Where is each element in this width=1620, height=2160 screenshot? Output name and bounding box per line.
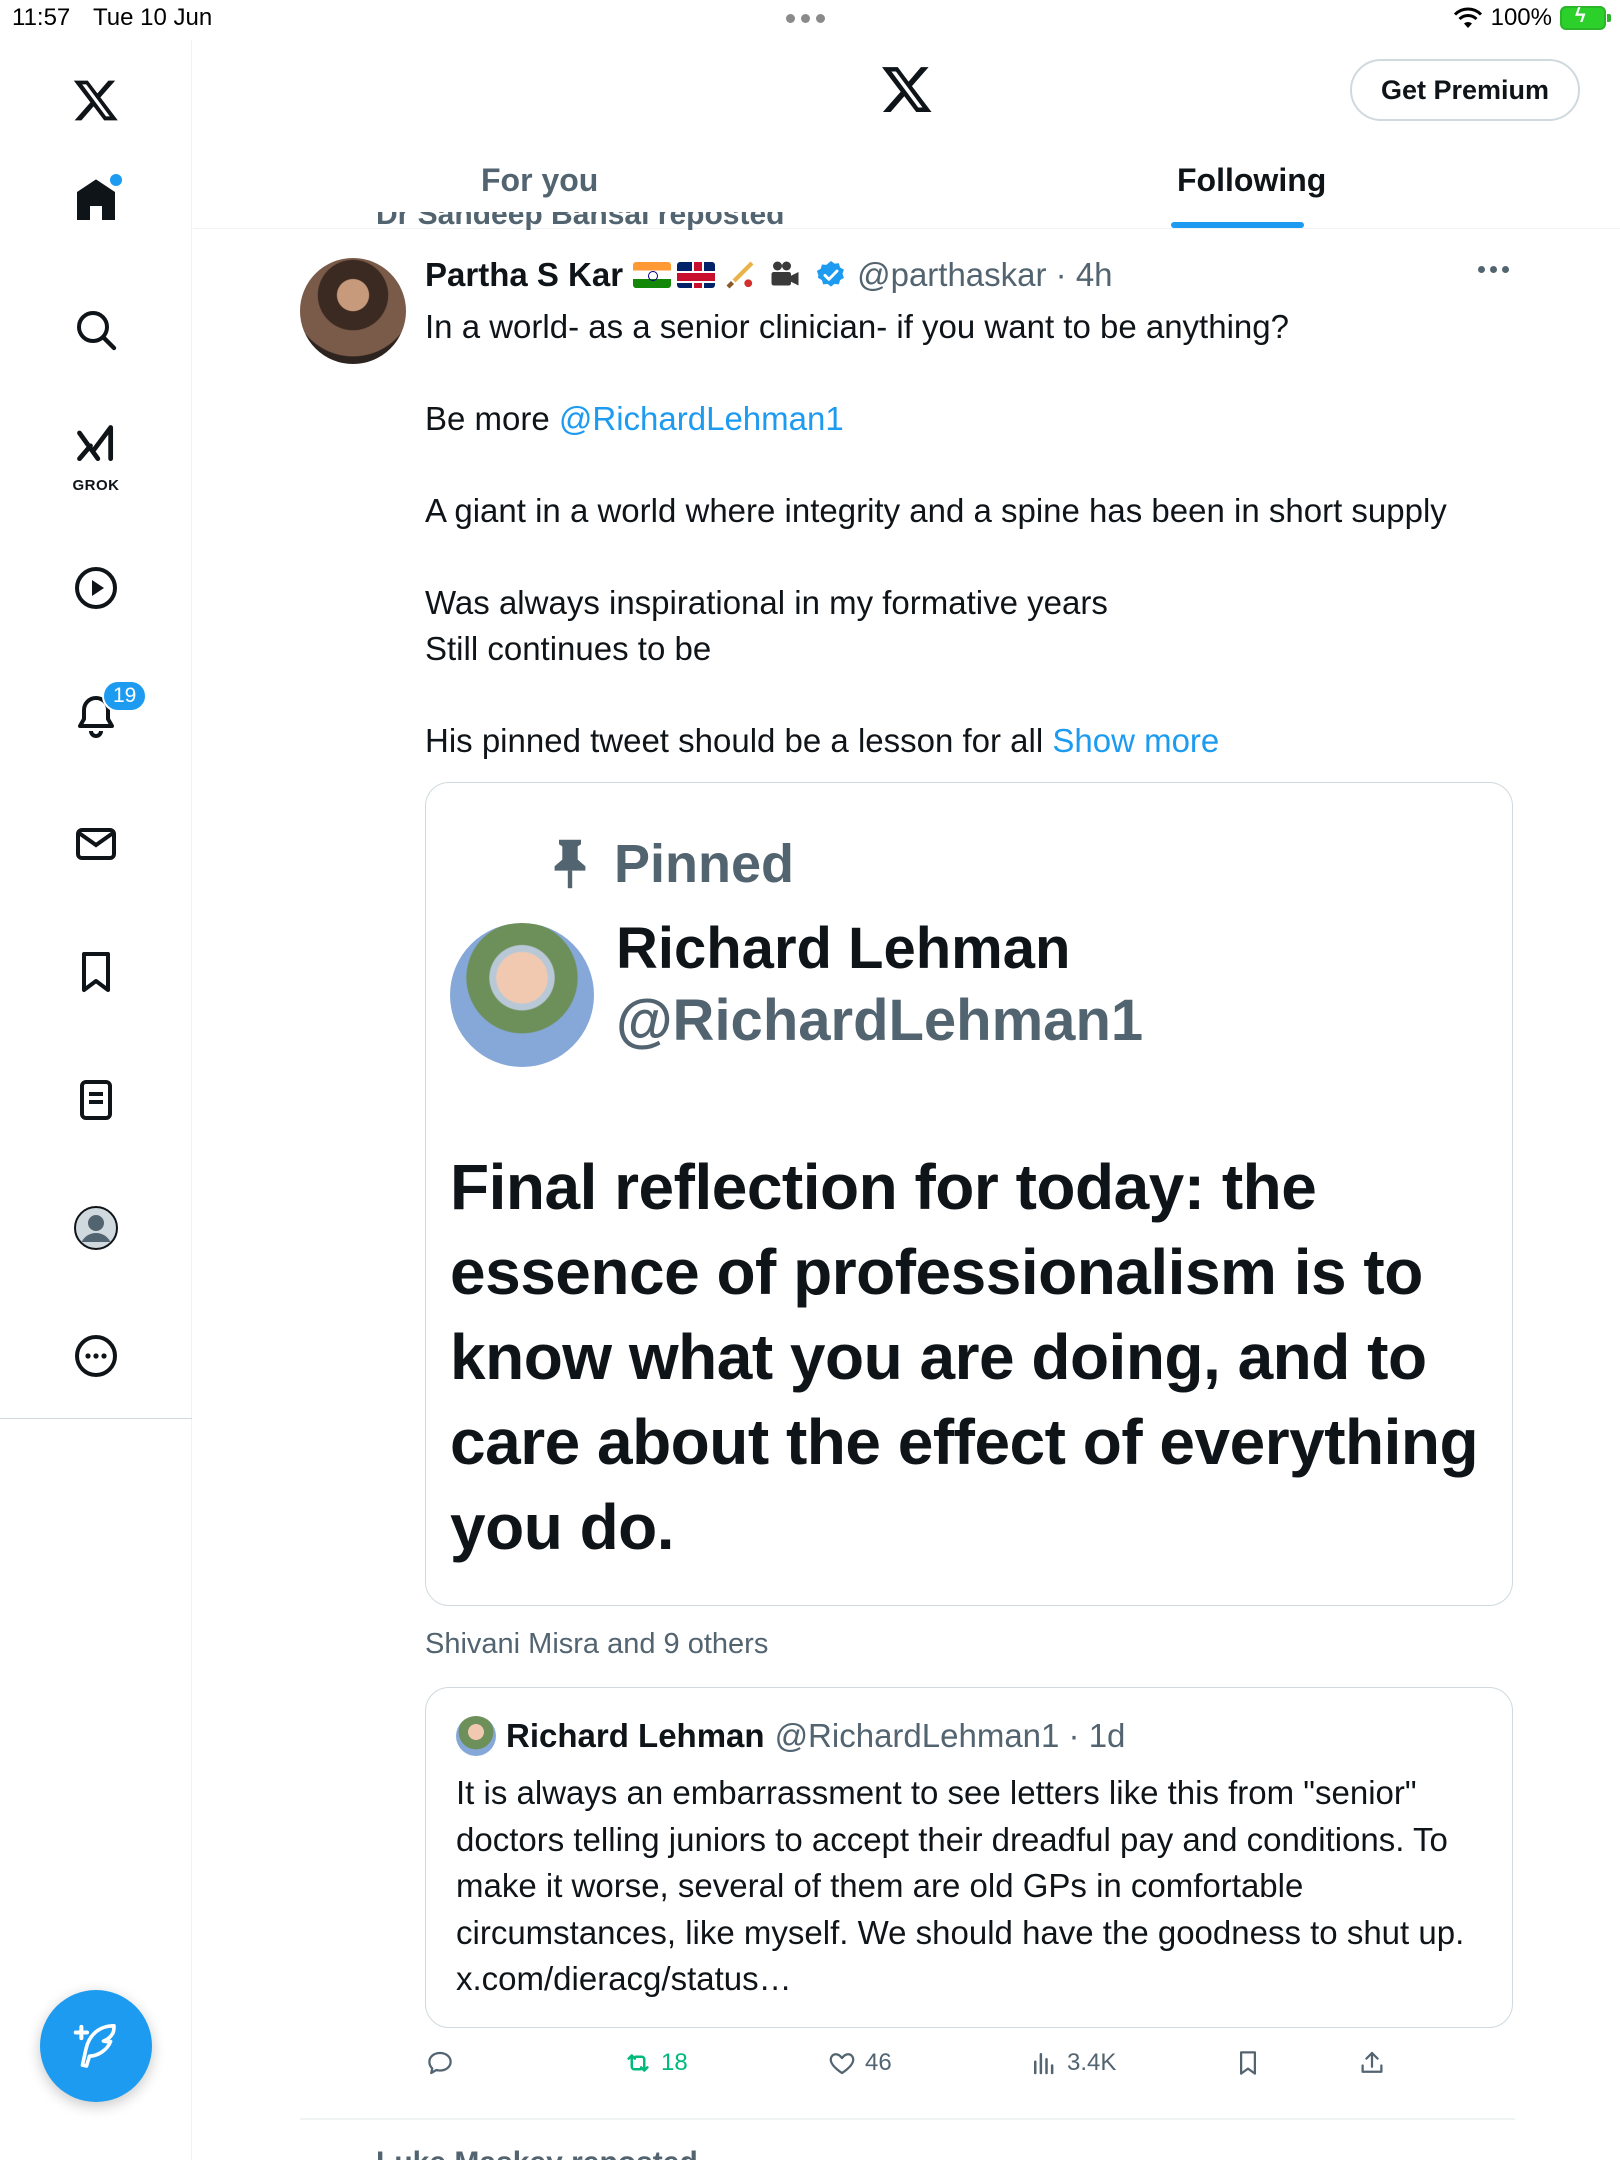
battery-percent: 100% [1490,4,1552,31]
tweet-line: Was always inspirational in my formative… [425,584,1108,621]
india-flag-icon [633,262,672,288]
home-icon[interactable] [66,170,126,230]
quoted-tweet-header: Richard Lehman @RichardLehman1 · 1d [456,1716,1125,1756]
heart-icon [829,2053,855,2075]
reposted-context[interactable]: Dr Sandeep Bansal reposted [376,212,784,230]
views-icon [1034,2053,1054,2075]
quoted-author-handle-time: @RichardLehman1 · 1d [774,1717,1126,1754]
share-button[interactable] [1357,2048,1387,2078]
lists-icon[interactable] [66,1070,126,1130]
tweet-line: In a world- as a senior clinician- if yo… [425,308,1289,345]
sidebar-divider [0,1418,192,1419]
battery-icon: ϟ [1560,5,1611,30]
media-quote-text: Final reflection for today: the essence … [450,1151,1479,1563]
sidebar: GROK 19 [0,40,192,2160]
tab-following[interactable]: Following [1177,162,1326,199]
multitasking-dots[interactable] [786,14,825,23]
tweet-text-span: Be more [425,400,559,437]
media-tagged-people[interactable]: Shivani Misra and 9 others [425,1628,768,1661]
author-name[interactable]: Partha S Kar [425,256,623,294]
tweet-line: Be more @RichardLehman1 [425,396,1515,442]
like-button[interactable]: 46 [827,2048,892,2078]
compose-icon [73,2023,116,2068]
share-icon [1361,2051,1383,2073]
quoted-tweet[interactable]: Richard Lehman @RichardLehman1 · 1d It i… [425,1687,1513,2028]
reply-icon [428,2051,452,2075]
wifi-icon [1453,7,1482,28]
x-logo-icon[interactable] [66,70,126,130]
cricket-icon [726,261,754,289]
active-tab-indicator [1171,222,1304,228]
more-icon[interactable] [66,1326,126,1386]
pin-icon [554,839,586,889]
compose-button[interactable] [40,1990,152,2102]
tweet-header: Partha S Kar @parthaskar · 4h [425,256,1113,294]
notifications-badge: 19 [102,680,148,712]
media-avatar [450,923,594,1067]
tweet-more-icon[interactable] [1478,266,1509,273]
quoted-tweet-text: It is always an embarrassment to see let… [456,1774,1465,1997]
verified-badge-icon [816,261,845,287]
tweet-text-span: His pinned tweet should be a lesson for … [425,722,1044,759]
tweet-line: Still continues to be [425,630,712,667]
pinned-label: Pinned [614,834,795,894]
status-date: Tue 10 Jun [93,4,213,31]
bookmark-button[interactable] [1233,2048,1263,2078]
avatar[interactable] [300,258,406,364]
profile-icon[interactable] [66,1198,126,1258]
x-logo-icon[interactable] [880,62,934,116]
status-bar: 11:57 Tue 10 Jun 100% ϟ [0,0,1620,40]
next-reposted-context[interactable]: Luke Maskey reposted [376,2146,698,2160]
status-indicators: 100% ϟ [1453,4,1611,32]
uk-flag-icon [677,262,716,288]
retweet-count: 18 [661,2049,688,2076]
like-count: 46 [865,2049,892,2076]
pinned-row: Pinned [548,833,794,895]
status-time: 11:57 [12,4,71,31]
tweet-line: A giant in a world where integrity and a… [425,492,1447,529]
tweet-media-image[interactable]: Pinned Richard Lehman @RichardLehman1 Fi… [425,782,1513,1606]
movie-camera-icon [771,261,799,286]
tweet-text: In a world- as a senior clinician- if yo… [425,304,1515,764]
quoted-author-name: Richard Lehman [506,1717,765,1754]
notifications-icon[interactable]: 19 [66,680,148,746]
tab-for-you[interactable]: For you [481,162,598,199]
tweet-line: His pinned tweet should be a lesson for … [425,718,1515,764]
bookmarks-icon[interactable] [66,942,126,1002]
messages-icon[interactable] [66,814,126,874]
name-emojis [633,257,805,293]
retweet-button[interactable]: 18 [623,2048,688,2078]
author-handle-time[interactable]: @parthaskar · 4h [857,256,1112,294]
bookmark-icon [1240,2051,1256,2075]
views-button[interactable]: 3.4K [1029,2048,1116,2078]
show-more-link[interactable]: Show more [1052,722,1219,759]
avatar [456,1716,496,1756]
video-icon[interactable] [66,558,126,618]
media-author-handle: @RichardLehman1 [616,988,1144,1053]
views-count: 3.4K [1067,2049,1117,2076]
tweet-divider [300,2118,1515,2120]
reposted-label: Dr Sandeep Bansal reposted [376,212,785,230]
grok-icon[interactable]: GROK [66,420,126,494]
get-premium-button[interactable]: Get Premium [1350,59,1580,121]
mention-link[interactable]: @RichardLehman1 [559,400,844,437]
tweet-actions: 18 46 3.4K [425,2048,1425,2088]
reply-button[interactable] [425,2048,463,2078]
media-author-name: Richard Lehman [616,916,1071,981]
grok-label: GROK [72,477,120,494]
retweet-icon [627,2054,649,2072]
home-notification-dot [110,174,122,186]
search-icon[interactable] [66,300,126,360]
